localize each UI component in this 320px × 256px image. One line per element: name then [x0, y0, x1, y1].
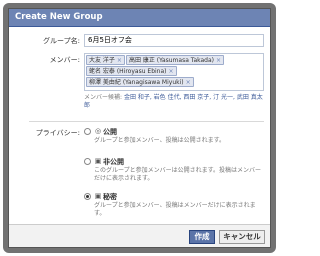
member-token-name: 柳澤 美由紀 (Yanagisawa Miyuki)	[89, 79, 184, 86]
member-token-name: 大友 洋子	[89, 57, 115, 64]
group-name-label: グループ名:	[43, 37, 80, 45]
globe-icon: ◎	[94, 127, 102, 135]
radio-public[interactable]	[84, 128, 91, 135]
privacy-option-title: 秘密	[103, 193, 117, 201]
member-token: 大友 洋子 ×	[86, 55, 125, 65]
member-token-name: 蛯名 宏泰 (Hiroyasu Ebina)	[89, 68, 167, 75]
members-token-input[interactable]: 大友 洋子 × 高田 康正 (Yasumasa Takada) ×蛯名 宏泰 (Hir…	[84, 53, 264, 91]
privacy-option-description: グループと参加メンバー、投稿はメンバーだけに表示されます。	[94, 202, 256, 217]
member-token: 高田 康正 (Yasumasa Takada) ×	[125, 55, 225, 65]
member-token: 蛯名 宏泰 (Hiroyasu Ebina) ×	[86, 66, 177, 76]
privacy-label: プライバシー:	[35, 129, 80, 137]
radio-closed[interactable]	[84, 158, 91, 165]
members-label: メンバー:	[49, 56, 80, 64]
privacy-option-title: 非公開	[103, 158, 124, 166]
lock-icon: ▣	[94, 192, 102, 200]
remove-member-icon[interactable]: ×	[216, 57, 221, 64]
privacy-option-description: このグループと参加メンバーは公開されます。投稿はメンバーだけに表示されます。	[94, 167, 262, 182]
group-name-input[interactable]: 6月5日オフ会	[84, 34, 264, 47]
privacy-option-title: 公開	[103, 128, 117, 136]
member-token: 柳澤 美由紀 (Yanagisawa Miyuki) ×	[86, 77, 194, 87]
suggestions-label: メンバー候補:	[84, 94, 123, 101]
cancel-button[interactable]: キャンセル	[219, 230, 265, 244]
radio-secret[interactable]	[84, 193, 91, 200]
remove-member-icon[interactable]: ×	[186, 79, 191, 86]
create-group-dialog: Create New Group グループ名: 6月5日オフ会 メンバー: 大友…	[8, 8, 271, 248]
member-suggestions: メンバー候補: 金田 和子, 岩色 佳代, 西田 京子, 汀 光一, 武田 真太…	[84, 94, 266, 110]
create-button[interactable]: 作成	[189, 230, 215, 244]
remove-member-icon[interactable]: ×	[169, 68, 174, 75]
dialog-title: Create New Group	[9, 9, 270, 27]
remove-member-icon[interactable]: ×	[117, 57, 122, 64]
member-token-name: 高田 康正 (Yasumasa Takada)	[128, 57, 215, 64]
lock-icon: ▣	[94, 157, 102, 165]
dialog-footer: 作成 キャンセル	[9, 224, 270, 247]
privacy-option-description: グループと参加メンバー、投稿は公開されます。	[94, 137, 225, 144]
divider	[29, 121, 264, 122]
